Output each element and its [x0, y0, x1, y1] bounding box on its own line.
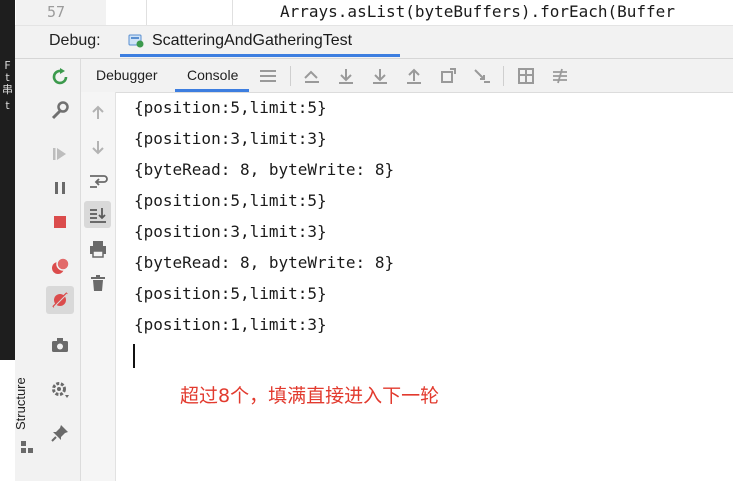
toolbar-separator [290, 66, 291, 86]
pin-icon[interactable] [49, 422, 71, 444]
soft-wrap-icon[interactable] [87, 170, 109, 192]
structure-tool-window-button[interactable]: Structure [13, 377, 28, 430]
step-over-icon[interactable] [336, 66, 356, 86]
console-line: {position:5,limit:5} [134, 284, 327, 303]
view-breakpoints-icon[interactable] [49, 255, 71, 277]
step-out-icon[interactable] [404, 66, 424, 86]
code-line[interactable]: Arrays.asList(byteBuffers).forEach(Buffe… [280, 2, 675, 21]
rerun-icon[interactable] [49, 66, 71, 88]
run-config-icon [128, 34, 144, 48]
mute-breakpoints-icon[interactable] [49, 289, 71, 311]
stop-icon[interactable] [49, 211, 71, 233]
console-line: {position:1,limit:3} [134, 315, 327, 334]
evaluate-expression-icon[interactable] [516, 66, 536, 86]
run-to-cursor-icon[interactable] [472, 66, 492, 86]
console-line: {byteRead: 8, byteWrite: 8} [134, 253, 395, 272]
console-line: {position:3,limit:3} [134, 222, 327, 241]
print-icon[interactable] [87, 238, 109, 260]
trace-icon[interactable] [550, 66, 570, 86]
trash-icon[interactable] [87, 272, 109, 294]
toolbar-separator [503, 66, 504, 86]
panel-glyph: 串 [2, 83, 13, 96]
step-into-icon[interactable] [370, 66, 390, 86]
console-line: {byteRead: 8, byteWrite: 8} [134, 160, 395, 179]
panel-glyph: t [5, 99, 10, 112]
camera-icon[interactable] [49, 334, 71, 356]
console-tab-underline [175, 89, 249, 92]
tab-debugger[interactable]: Debugger [96, 67, 158, 83]
resume-icon[interactable] [49, 143, 71, 165]
pause-icon[interactable] [49, 177, 71, 199]
gutter-separator [146, 0, 147, 25]
annotation-note: 超过8个，填满直接进入下一轮 [180, 385, 440, 407]
debug-label: Debug: [49, 32, 101, 49]
menu-icon[interactable] [258, 66, 278, 86]
show-execution-point-icon[interactable] [302, 66, 322, 86]
config-name: ScatteringAndGatheringTest [152, 32, 353, 49]
wrench-icon[interactable] [49, 100, 71, 122]
gutter-separator [232, 0, 233, 25]
console-line: {position:3,limit:3} [134, 129, 327, 148]
down-arrow-icon[interactable] [87, 136, 109, 158]
console-line: {position:5,limit:5} [134, 191, 327, 210]
up-arrow-icon[interactable] [87, 102, 109, 124]
structure-icon [21, 441, 33, 453]
drop-frame-icon[interactable] [438, 66, 458, 86]
left-dark-panel: F t 串 t [0, 0, 15, 360]
console-line: {position:5,limit:5} [134, 98, 327, 117]
scroll-to-end-icon[interactable] [87, 204, 109, 226]
tab-console[interactable]: Console [187, 67, 238, 83]
text-caret [133, 344, 135, 368]
line-number: 57 [47, 3, 66, 21]
tab-active-underline [120, 54, 400, 57]
settings-icon[interactable] [49, 378, 71, 400]
